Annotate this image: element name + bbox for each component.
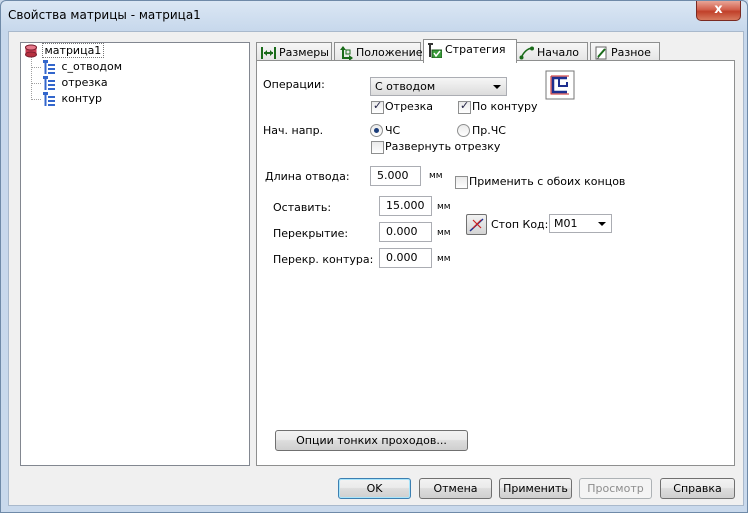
start-direction-label: Нач. напр. [263, 124, 324, 137]
close-icon: x [714, 2, 723, 17]
tab-strategy[interactable]: Стратегия [423, 39, 517, 63]
position-icon [340, 46, 353, 60]
lead-length-unit: мм [429, 171, 443, 181]
strategy-tree-icon [43, 92, 55, 106]
chevron-down-icon [493, 85, 501, 89]
matrix-icon [25, 44, 37, 58]
lead-length-input[interactable]: 5.000 [370, 166, 421, 186]
ccw-radio-label: Пр.ЧС [472, 124, 506, 137]
tree-connector [31, 67, 41, 68]
tree-item-child[interactable]: отрезка [42, 75, 110, 91]
misc-icon [595, 46, 607, 60]
tree-connector [31, 99, 41, 100]
tab-label: Стратегия [445, 43, 506, 56]
strategy-panel: Операции: С отводом Отрезка По контуру Н… [256, 60, 735, 466]
tab-label: Разное [611, 46, 651, 59]
cw-radio[interactable] [370, 124, 383, 137]
window-title: Свойства матрицы - матрица1 [8, 8, 201, 22]
both-ends-label: Применить с обоих концов [469, 175, 626, 188]
tree-item-label: отрезка [61, 76, 108, 89]
tab-misc[interactable]: Разное [590, 42, 660, 62]
overlap-input[interactable]: 0.000 [379, 222, 432, 242]
dialog-window: Свойства матрицы - матрица1 x матрица1 с… [0, 0, 748, 513]
strategy-tree-icon [43, 76, 55, 90]
strategy-icon [428, 42, 442, 58]
ccw-radio[interactable] [457, 124, 470, 137]
tree-item-child[interactable]: с_отводом [42, 59, 124, 75]
tree-item-label: матрица1 [41, 43, 105, 58]
overlap-unit: мм [437, 228, 451, 238]
leave-unit: мм [437, 202, 451, 212]
operations-label: Операции: [263, 78, 325, 91]
tree-item-label: с_отводом [61, 60, 123, 73]
close-button[interactable]: x [696, 1, 741, 21]
both-ends-checkbox[interactable] [455, 176, 468, 189]
tree-item-child[interactable]: контур [42, 91, 104, 107]
tree-item-root[interactable]: матрица1 [24, 43, 105, 59]
contour-overlap-label: Перекр. контура: [273, 253, 374, 266]
tab-dimensions[interactable]: Размеры [256, 42, 332, 62]
dialog-body: матрица1 с_отводом отрезка контур Размер… [8, 31, 744, 506]
leave-input[interactable]: 15.000 [379, 196, 432, 216]
strategy-tree-icon [43, 60, 55, 74]
reverse-cut-label: Развернуть отрезку [385, 140, 501, 153]
tab-label: Размеры [279, 46, 329, 59]
contour-checkbox[interactable] [458, 99, 471, 114]
operations-value: С отводом [375, 80, 436, 93]
matrix-tree[interactable]: матрица1 с_отводом отрезка контур [20, 42, 250, 466]
tab-start[interactable]: Начало [514, 42, 588, 62]
stop-code-select[interactable]: M01 [549, 214, 612, 233]
operations-select[interactable]: С отводом [370, 77, 507, 96]
tree-connector [31, 57, 32, 100]
leave-label: Оставить: [273, 201, 332, 214]
chevron-down-icon [598, 222, 606, 226]
preview-button[interactable]: Просмотр [579, 478, 652, 499]
tree-connector [31, 83, 41, 84]
apply-button[interactable]: Применить [499, 478, 572, 499]
cw-radio-label: ЧС [385, 124, 401, 137]
stop-code-label: Стоп Код: [491, 218, 549, 231]
tree-item-label: контур [61, 92, 102, 105]
tab-position[interactable]: Положение [334, 42, 423, 62]
stop-point-icon [469, 218, 484, 232]
title-bar[interactable]: Свойства матрицы - матрица1 x [1, 1, 747, 31]
contour-overlap-unit: мм [437, 254, 451, 264]
start-icon [519, 46, 534, 60]
dimensions-icon [261, 47, 276, 59]
cut-checkbox-label: Отрезка [385, 100, 434, 113]
fine-passes-options-button[interactable]: Опции тонких проходов... [275, 430, 468, 451]
cancel-button[interactable]: Отмена [419, 478, 492, 499]
lead-in-preview-icon [545, 70, 575, 100]
reverse-cut-checkbox[interactable] [371, 141, 384, 154]
tab-label: Начало [537, 46, 580, 59]
lead-length-label: Длина отвода: [265, 170, 350, 183]
help-button[interactable]: Справка [660, 478, 735, 499]
contour-overlap-input[interactable]: 0.000 [379, 248, 432, 268]
cut-checkbox[interactable] [371, 99, 384, 114]
stop-code-value: M01 [554, 217, 578, 230]
ok-button[interactable]: OK [338, 478, 411, 499]
overlap-label: Перекрытие: [273, 227, 349, 240]
contour-checkbox-label: По контуру [472, 100, 538, 113]
stop-code-pick-button[interactable] [466, 214, 487, 235]
tab-label: Положение [356, 46, 423, 59]
